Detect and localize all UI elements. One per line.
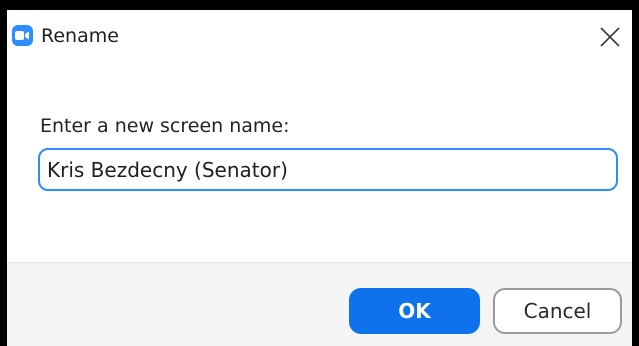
- screen-name-input[interactable]: [38, 148, 618, 191]
- cancel-button[interactable]: Cancel: [493, 288, 622, 334]
- dialog-title: Rename: [41, 25, 119, 47]
- zoom-camera-icon: [12, 25, 33, 46]
- rename-dialog: Rename Enter a new screen name: OK Cance…: [7, 10, 632, 346]
- close-button[interactable]: [594, 21, 626, 53]
- dialog-footer: OK Cancel: [7, 262, 632, 346]
- title-bar: Rename: [7, 10, 632, 66]
- screen-name-label: Enter a new screen name:: [40, 115, 290, 137]
- ok-button[interactable]: OK: [349, 288, 480, 334]
- close-icon: [600, 27, 620, 47]
